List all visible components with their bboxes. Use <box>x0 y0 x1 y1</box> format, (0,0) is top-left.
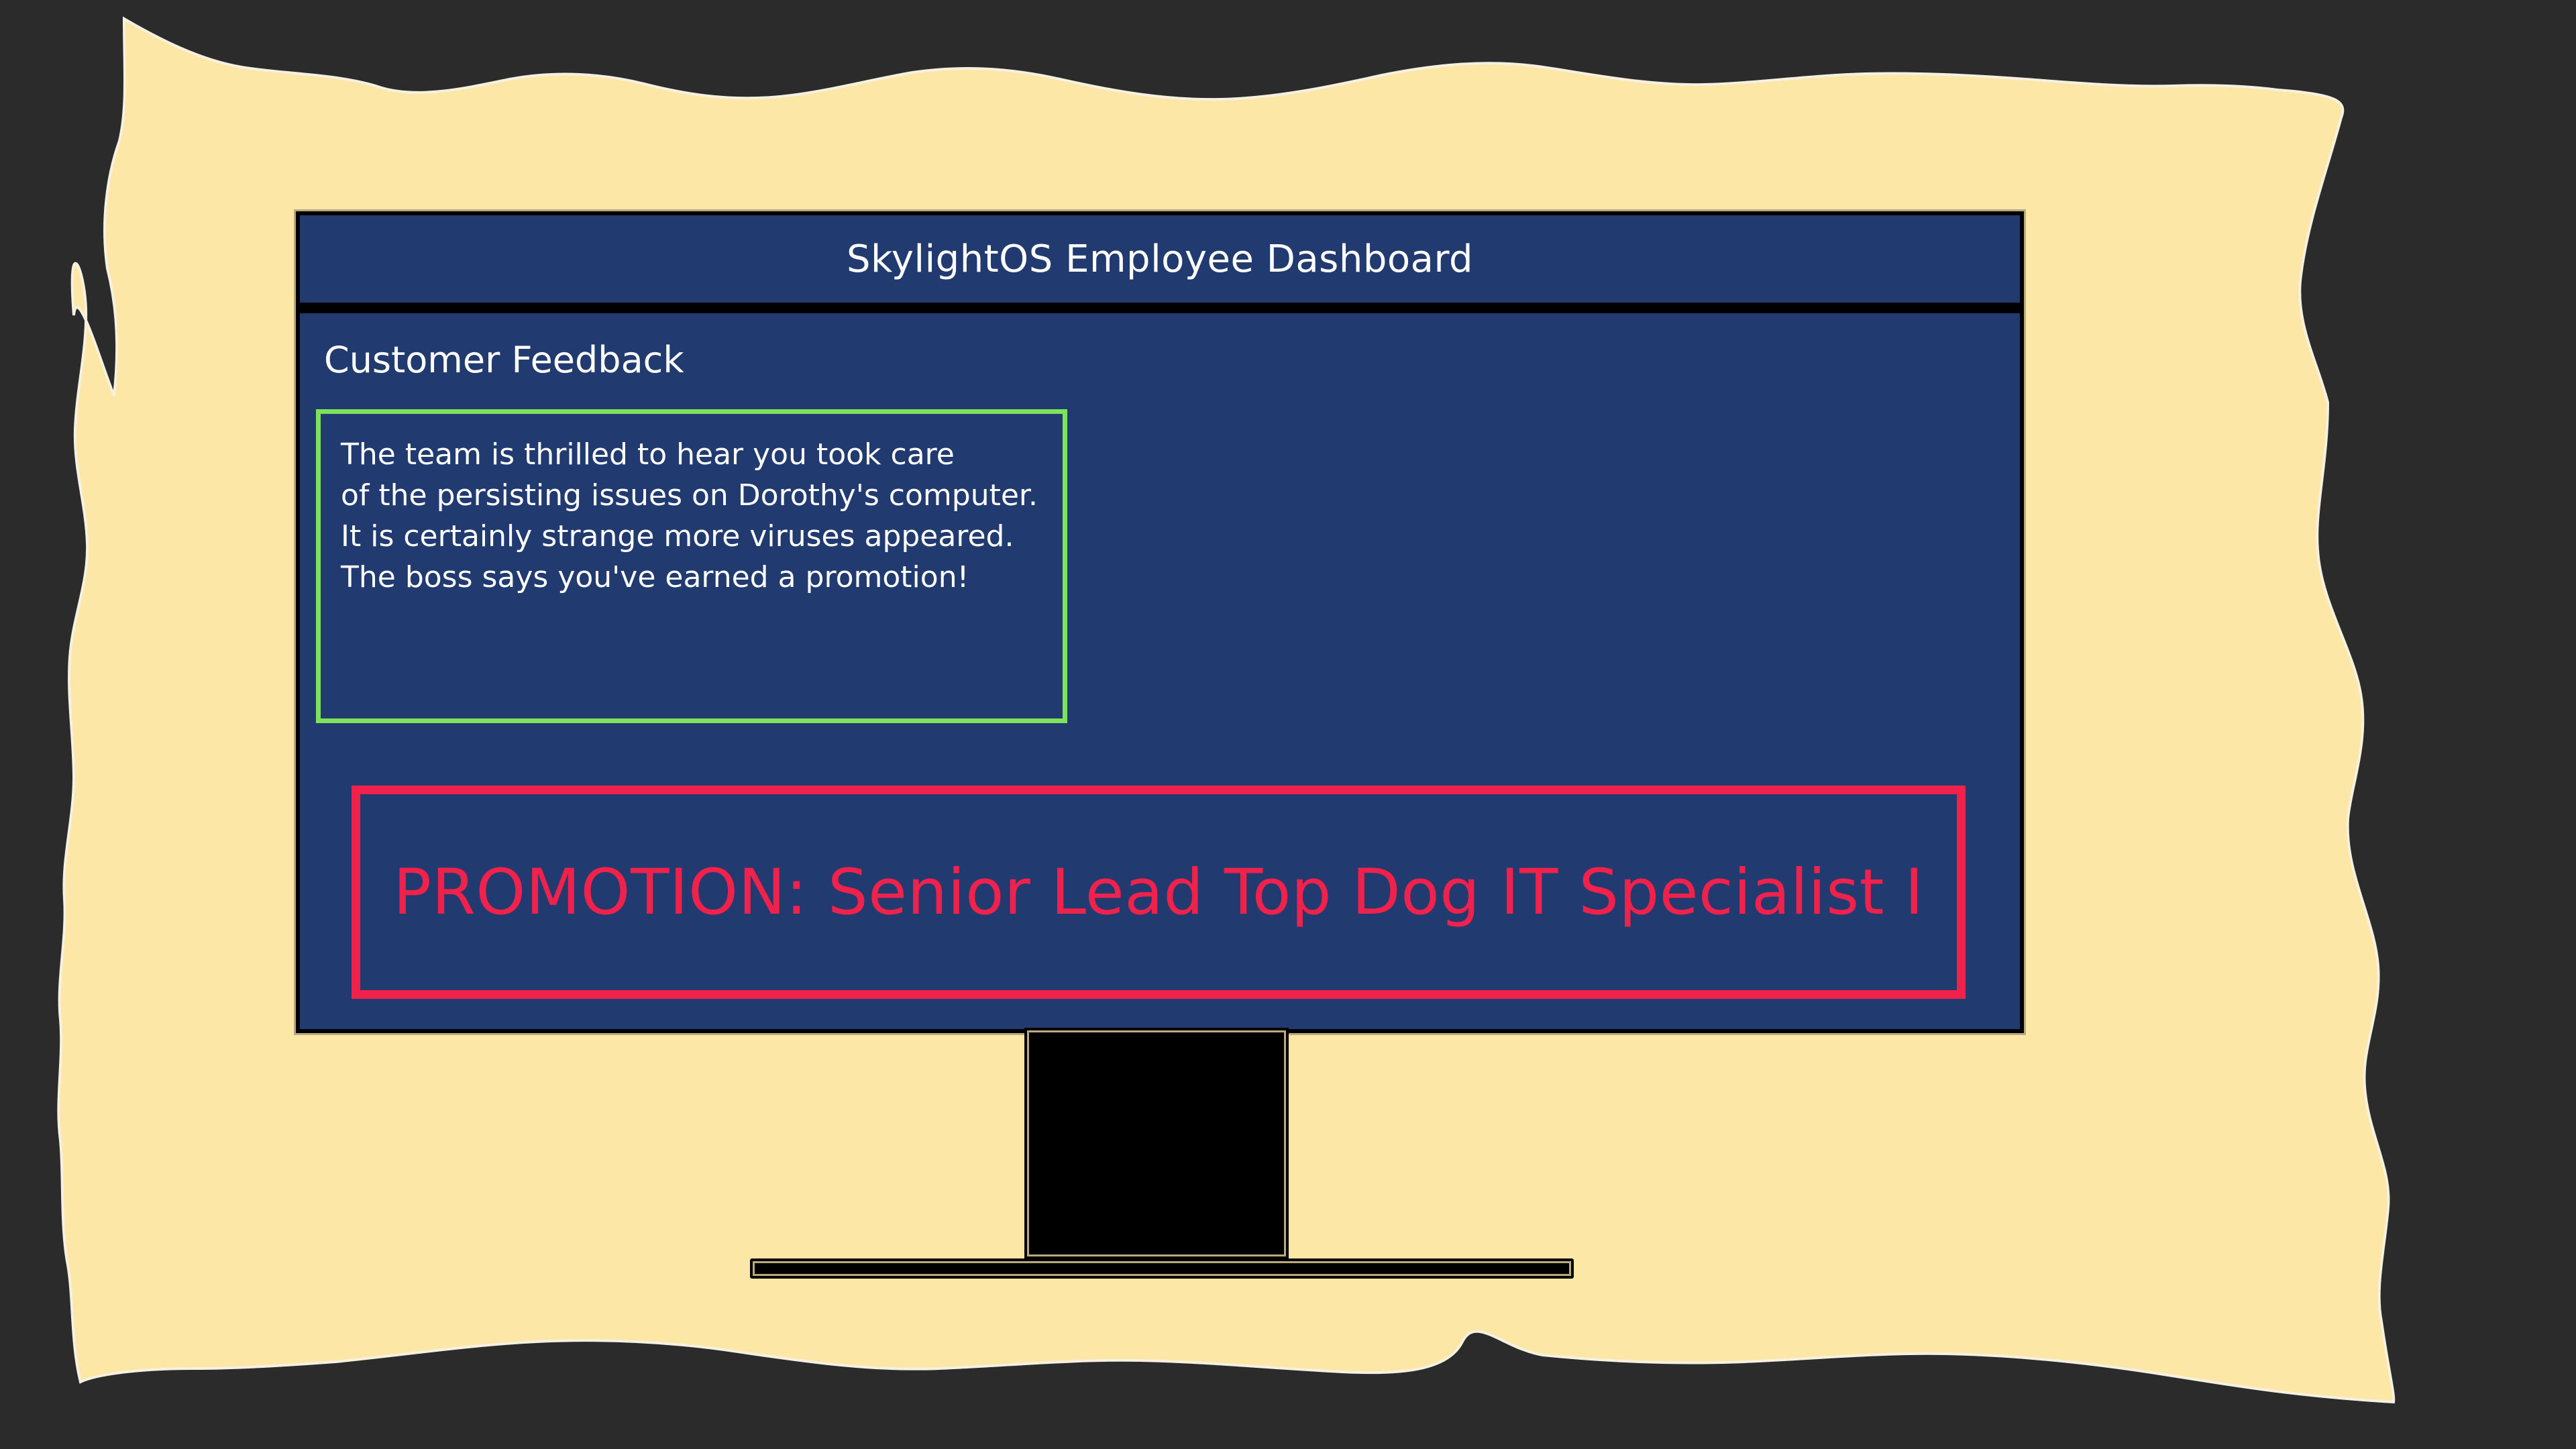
promotion-banner: PROMOTION: Senior Lead Top Dog IT Specia… <box>352 786 1966 999</box>
window-title: SkylightOS Employee Dashboard <box>846 237 1474 281</box>
feedback-line: of the persisting issues on Dorothy's co… <box>341 478 1038 513</box>
customer-feedback-heading: Customer Feedback <box>324 339 684 381</box>
feedback-line: The team is thrilled to hear you took ca… <box>341 437 955 472</box>
customer-feedback-panel: The team is thrilled to hear you took ca… <box>316 409 1067 723</box>
monitor-stand-neck <box>1024 1028 1289 1259</box>
window-titlebar: SkylightOS Employee Dashboard <box>300 215 2020 313</box>
promotion-text: PROMOTION: Senior Lead Top Dog IT Specia… <box>393 855 1924 929</box>
feedback-line: The boss says you've earned a promotion! <box>341 560 969 594</box>
monitor-stand-base <box>750 1258 1574 1279</box>
computer-monitor-screen: SkylightOS Employee Dashboard Customer F… <box>296 211 2024 1033</box>
customer-feedback-message: The team is thrilled to hear you took ca… <box>341 434 1038 598</box>
feedback-line: It is certainly strange more viruses app… <box>341 519 1014 553</box>
